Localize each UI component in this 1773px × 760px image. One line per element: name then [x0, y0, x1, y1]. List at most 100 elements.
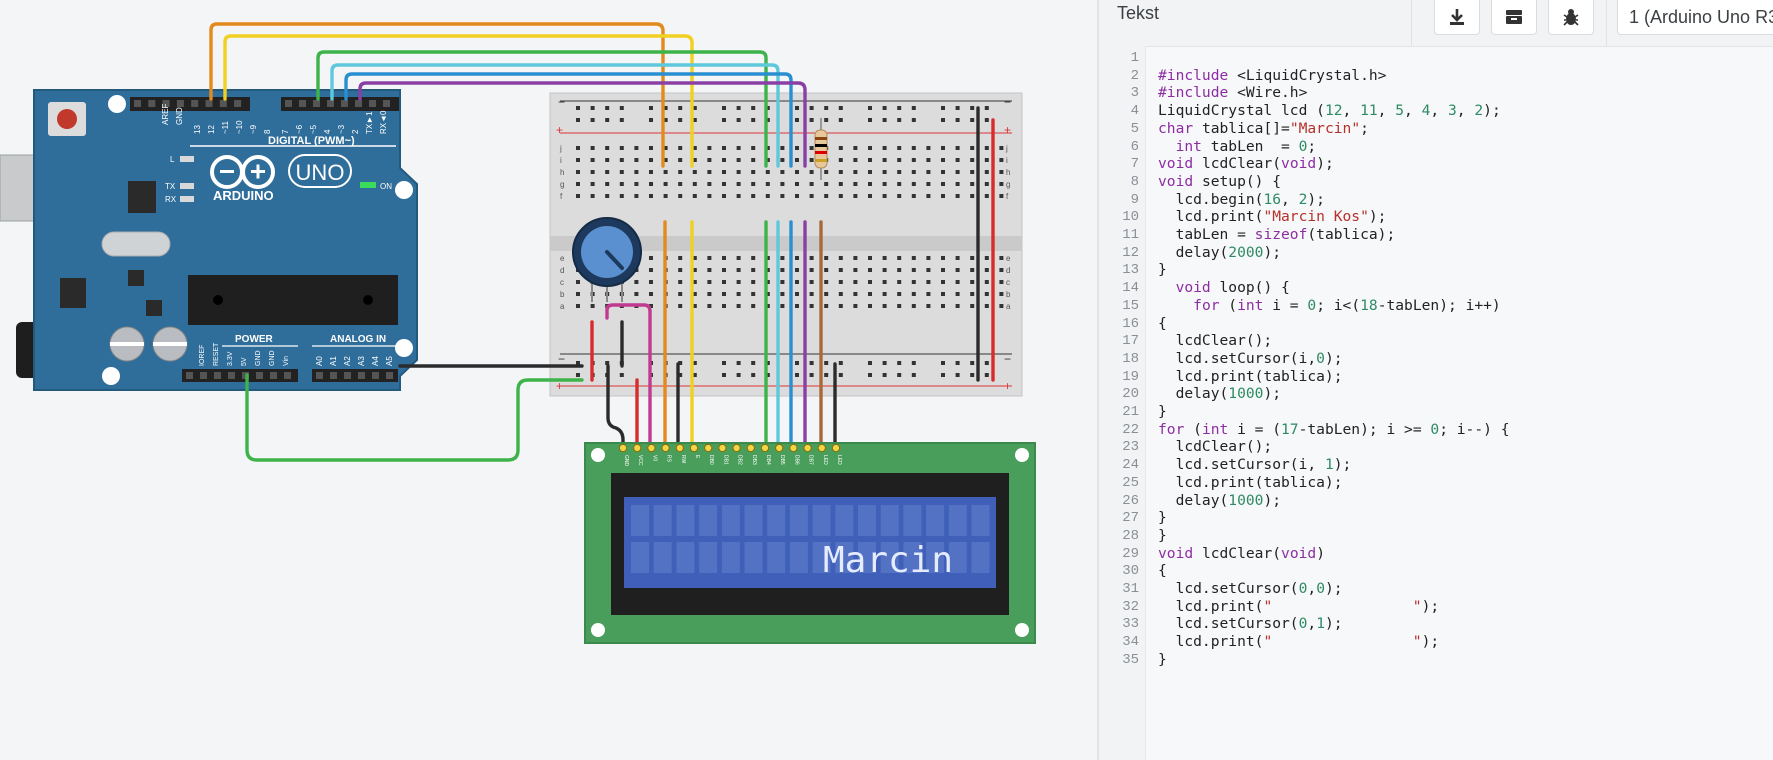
code-line[interactable]: lcd.print(" "); [1158, 633, 1440, 650]
digital-pin-label: 7 [281, 129, 290, 134]
download-button[interactable] [1434, 0, 1480, 35]
small-chip-2 [146, 300, 162, 316]
code-line[interactable]: LiquidCrystal lcd (12, 11, 5, 4, 3, 2); [1158, 102, 1501, 119]
analog-header [312, 369, 398, 382]
code-line[interactable]: } [1158, 509, 1167, 526]
code-line[interactable]: delay(2000); [1158, 244, 1281, 261]
code-line[interactable]: for (int i = 0; i<(18-tabLen); i++) [1158, 297, 1501, 314]
line-number: 18 [1122, 350, 1139, 367]
digital-pin-label: ~5 [309, 124, 318, 134]
svg-text:−: − [1004, 95, 1011, 109]
svg-text:c: c [560, 278, 564, 287]
line-number: 5 [1130, 120, 1139, 137]
lcd-pin-label: DB0 [708, 455, 714, 465]
code-line[interactable]: lcdClear(); [1158, 332, 1273, 349]
code-line[interactable]: #include <LiquidCrystal.h> [1158, 67, 1386, 84]
code-line[interactable]: { [1158, 315, 1167, 332]
arduino-uno-board[interactable]: 13 12 ~11 ~10 ~9 8 7 ~6 ~5 4 ~3 2 TX►1 RX◄0 AREF GND … [33, 89, 418, 391]
circuit-canvas[interactable]: 13 12 ~11 ~10 ~9 8 7 ~6 ~5 4 ~3 2 TX►1 RX◄0 AREF GND … [0, 0, 1097, 760]
digital-pin-label: RX◄0 [379, 110, 388, 134]
digital-pin-label: 13 [193, 125, 202, 134]
code-line[interactable]: #include <Wire.h> [1158, 84, 1307, 101]
code-line[interactable]: lcd.setCursor(0,0); [1158, 580, 1343, 597]
digital-pin-label: ~10 [235, 120, 244, 134]
board-select-dropdown[interactable]: 1 (Arduino Uno R3) [1617, 0, 1773, 35]
digital-pin-label: 8 [263, 129, 272, 134]
code-line[interactable]: lcd.print("Marcin Kos"); [1158, 208, 1387, 225]
power-pin-label: 3.3V [227, 351, 234, 366]
code-line[interactable]: delay(1000); [1158, 385, 1281, 402]
led-tx [180, 183, 194, 189]
analog-pin-label: A4 [371, 356, 380, 366]
line-number: 26 [1122, 492, 1139, 509]
code-line[interactable]: } [1158, 651, 1167, 668]
editor-mode-dropdown[interactable]: Tekst [1117, 3, 1159, 24]
power-pin-label: GND [255, 350, 262, 366]
code-line[interactable]: lcd.setCursor(0,1); [1158, 615, 1343, 632]
power-pin-label: RESET [213, 342, 220, 366]
power-pin-label: 5V [241, 357, 248, 366]
analog-pin-label: A1 [329, 356, 338, 366]
line-number: 17 [1122, 333, 1139, 350]
code-line[interactable]: { [1158, 562, 1167, 579]
line-number: 16 [1122, 315, 1139, 332]
lcd-pin-label: DB3 [751, 455, 757, 465]
lcd-pin-label: DB5 [779, 455, 785, 465]
svg-text:−: − [558, 95, 565, 109]
code-line[interactable]: lcd.print(" "); [1158, 598, 1440, 615]
code-line[interactable]: tabLen = sizeof(tablica); [1158, 226, 1396, 243]
gnd-top-label: GND [175, 107, 184, 125]
code-line[interactable]: } [1158, 261, 1167, 278]
analog-pin-label: A3 [357, 356, 366, 366]
lcd-pin-label: GND [623, 455, 629, 467]
lcd-module[interactable]: GND VCC V0 RS RW E DB0 DB1 DB2 DB3 DB4 DB5 DB6 DB7 LED… [584, 442, 1036, 644]
led-l-label: L [170, 155, 175, 164]
digital-header-right [281, 97, 399, 111]
code-line[interactable]: void setup() { [1158, 173, 1281, 190]
line-number: 4 [1130, 103, 1139, 120]
toolbar-separator [1606, 0, 1607, 46]
small-chip [128, 270, 144, 286]
analog-pin-label: A5 [385, 356, 394, 366]
line-number: 19 [1122, 368, 1139, 385]
code-line[interactable]: for (int i = (17-tabLen); i >= 0; i--) { [1158, 421, 1509, 438]
on-led [360, 182, 376, 188]
code-line[interactable]: void lcdClear(void) [1158, 545, 1325, 562]
debugger-button[interactable] [1548, 0, 1594, 35]
code-line[interactable]: } [1158, 527, 1167, 544]
lcd-pin-label: DB1 [722, 455, 728, 465]
code-line[interactable]: lcdClear(); [1158, 438, 1273, 455]
line-number: 33 [1122, 616, 1139, 633]
lcd-pin-label: DB7 [808, 455, 814, 465]
lcd-display-text: Marcin [823, 540, 953, 581]
line-number: 25 [1122, 474, 1139, 491]
code-line[interactable]: lcd.begin(16, 2); [1158, 191, 1325, 208]
line-number: 35 [1122, 651, 1139, 668]
line-number: 11 [1122, 227, 1139, 243]
line-number: 14 [1122, 280, 1139, 297]
reset-button-cap[interactable] [57, 109, 77, 129]
library-button[interactable] [1491, 0, 1537, 35]
code-line[interactable]: char tablica[]="Marcin"; [1158, 120, 1369, 137]
code-line[interactable]: void loop() { [1158, 279, 1290, 296]
line-number: 12 [1122, 244, 1139, 261]
code-area[interactable]: 1 2 3 4 5 6 7 8 9 10 11 12 13 14 15 16 17 18 19 20 21 22 23 24 2… [1099, 46, 1773, 760]
usb-chip [128, 181, 156, 213]
code-line[interactable]: delay(1000); [1158, 492, 1281, 509]
line-number: 15 [1122, 297, 1139, 314]
circuit-diagram[interactable]: 13 12 ~11 ~10 ~9 8 7 ~6 ~5 4 ~3 2 TX►1 RX◄0 AREF GND … [0, 0, 1097, 760]
svg-text:i: i [1006, 156, 1008, 165]
code-line[interactable]: lcd.setCursor(i,0); [1158, 350, 1343, 367]
code-line[interactable]: int tabLen = 0; [1158, 138, 1317, 155]
toolbar-separator [1411, 0, 1412, 46]
code-line[interactable]: lcd.setCursor(i, 1); [1158, 456, 1352, 473]
code-line[interactable]: lcd.print(tablica); [1158, 368, 1343, 385]
svg-text:+: + [1004, 379, 1011, 393]
power-pin-label: GND [269, 350, 276, 366]
code-line[interactable]: lcd.print(tablica); [1158, 474, 1343, 491]
svg-text:j: j [1005, 144, 1008, 153]
line-number: 6 [1130, 138, 1139, 155]
code-line[interactable]: void lcdClear(void); [1158, 155, 1334, 172]
lcd-pin-label: RW [680, 455, 686, 464]
code-line[interactable]: } [1158, 403, 1167, 420]
